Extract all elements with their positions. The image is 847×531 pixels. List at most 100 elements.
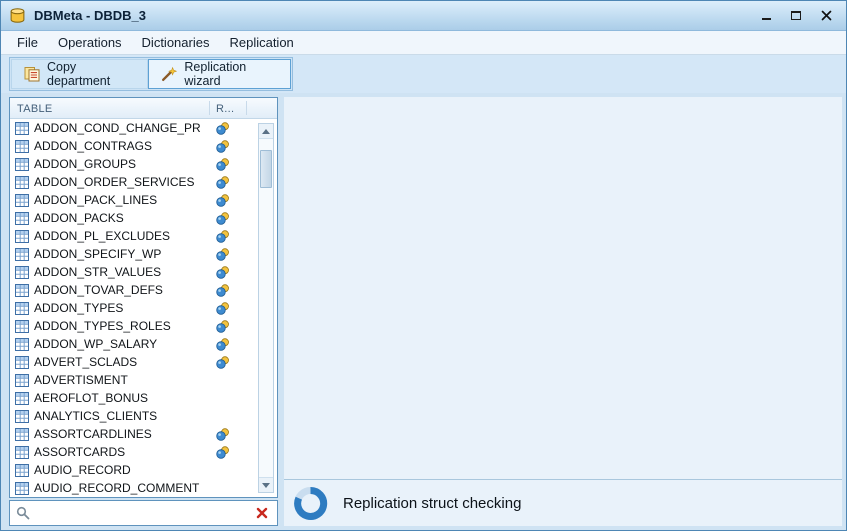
table-name: ADDON_PL_EXCLUDES [34, 229, 170, 243]
toolbar: Copy department Replication wizard [1, 55, 846, 93]
table-row[interactable]: ADDON_CONTRAGS [10, 137, 277, 155]
close-button[interactable] [818, 8, 834, 24]
table-icon [15, 140, 29, 153]
table-name: AEROFLOT_BONUS [34, 391, 148, 405]
replication-icon [216, 194, 230, 207]
table-name: ASSORTCARDLINES [34, 427, 152, 441]
table-row[interactable]: ADDON_GROUPS [10, 155, 277, 173]
grid-header: TABLE R... [10, 98, 277, 119]
clear-x-icon [256, 507, 268, 519]
replication-icon [216, 320, 230, 333]
table-name: AUDIO_RECORD [34, 463, 131, 477]
table-row[interactable]: AUDIO_RECORD_COMMENT [10, 479, 277, 497]
table-row[interactable]: AUDIO_RECORD [10, 461, 277, 479]
table-row[interactable]: AEROFLOT_BONUS [10, 389, 277, 407]
table-icon [15, 446, 29, 459]
table-name: ADDON_TOVAR_DEFS [34, 283, 163, 297]
table-icon [15, 428, 29, 441]
table-icon [15, 464, 29, 477]
table-row[interactable]: ASSORTCARDLINES [10, 425, 277, 443]
table-name: ADDON_SPECIFY_WP [34, 247, 161, 261]
table-row[interactable]: ADDON_TOVAR_DEFS [10, 281, 277, 299]
arrow-up-icon [262, 129, 270, 134]
replication-icon [216, 338, 230, 351]
menu-item-dictionaries[interactable]: Dictionaries [132, 31, 220, 54]
replication-wizard-button[interactable]: Replication wizard [148, 59, 291, 89]
table-row[interactable]: ADDON_WP_SALARY [10, 335, 277, 353]
status-strip: Replication struct checking [284, 479, 842, 526]
table-row[interactable]: ADDON_ORDER_SERVICES [10, 173, 277, 191]
replication-icon [216, 428, 230, 441]
table-icon [15, 482, 29, 495]
table-rows: ADDON_COND_CHANGE_PR ADDON_CONTRAGS [10, 119, 277, 497]
table-row[interactable]: ADVERTISMENT [10, 371, 277, 389]
table-icon [15, 374, 29, 387]
replication-icon [216, 176, 230, 189]
table-name: AUDIO_RECORD_COMMENT [34, 481, 199, 495]
table-icon [15, 248, 29, 261]
table-row[interactable]: ADDON_PL_EXCLUDES [10, 227, 277, 245]
menu-bar: File Operations Dictionaries Replication [1, 31, 846, 55]
table-row[interactable]: ADDON_STR_VALUES [10, 263, 277, 281]
table-row[interactable]: ADDON_SPECIFY_WP [10, 245, 277, 263]
table-name: ADDON_PACK_LINES [34, 193, 157, 207]
column-separator [246, 101, 247, 115]
replication-icon [216, 140, 230, 153]
table-name: ADDON_ORDER_SERVICES [34, 175, 195, 189]
scrollbar-thumb[interactable] [260, 150, 272, 188]
replication-icon [216, 302, 230, 315]
column-header-table[interactable]: TABLE [17, 98, 53, 119]
table-name: ADDON_COND_CHANGE_PR [34, 121, 201, 135]
copy-department-button[interactable]: Copy department [11, 59, 148, 89]
database-app-icon [9, 7, 27, 24]
replication-icon [216, 158, 230, 171]
table-icon [15, 266, 29, 279]
table-icon [15, 122, 29, 135]
arrow-down-icon [262, 483, 270, 488]
table-row[interactable]: ADDON_TYPES_ROLES [10, 317, 277, 335]
table-row[interactable]: ASSORTCARDS [10, 443, 277, 461]
vertical-scrollbar[interactable] [258, 123, 274, 493]
minimize-button[interactable] [758, 8, 774, 24]
table-row[interactable]: ADVERT_SCLADS [10, 353, 277, 371]
title-bar[interactable]: DBMeta - DBDB_3 [1, 1, 846, 31]
table-icon [15, 158, 29, 171]
table-name: ANALYTICS_CLIENTS [34, 409, 157, 423]
table-name: ADDON_STR_VALUES [34, 265, 161, 279]
window-title: DBMeta - DBDB_3 [34, 8, 146, 23]
menu-item-operations[interactable]: Operations [48, 31, 132, 54]
maximize-button[interactable] [788, 8, 804, 24]
column-header-replication[interactable]: R... [216, 98, 234, 119]
table-icon [15, 176, 29, 189]
table-row[interactable]: ADDON_TYPES [10, 299, 277, 317]
table-icon [15, 356, 29, 369]
table-row[interactable]: ADDON_PACKS [10, 209, 277, 227]
table-row[interactable]: ADDON_PACK_LINES [10, 191, 277, 209]
close-icon [821, 10, 832, 21]
table-icon [15, 194, 29, 207]
replication-icon [216, 230, 230, 243]
table-name: ADVERTISMENT [34, 373, 128, 387]
table-name: ADDON_CONTRAGS [34, 139, 152, 153]
search-icon [16, 506, 30, 520]
search-input[interactable] [36, 503, 253, 523]
table-icon [15, 410, 29, 423]
minimize-icon [762, 18, 771, 20]
table-icon [15, 230, 29, 243]
table-row[interactable]: ANALYTICS_CLIENTS [10, 407, 277, 425]
status-text: Replication struct checking [343, 495, 521, 512]
scroll-down-button[interactable] [259, 477, 273, 492]
table-name: ADDON_PACKS [34, 211, 124, 225]
table-row[interactable]: ADDON_COND_CHANGE_PR [10, 119, 277, 137]
table-name: ASSORTCARDS [34, 445, 125, 459]
table-name: ADDON_WP_SALARY [34, 337, 157, 351]
replication-wizard-icon [161, 66, 177, 82]
detail-panel: Replication struct checking [284, 97, 842, 526]
replication-wizard-label: Replication wizard [184, 60, 278, 88]
copy-department-label: Copy department [47, 60, 135, 88]
menu-item-replication[interactable]: Replication [219, 31, 303, 54]
menu-item-file[interactable]: File [7, 31, 48, 54]
scroll-up-button[interactable] [259, 124, 273, 139]
progress-spinner-icon [292, 485, 329, 522]
clear-search-button[interactable] [253, 504, 271, 522]
